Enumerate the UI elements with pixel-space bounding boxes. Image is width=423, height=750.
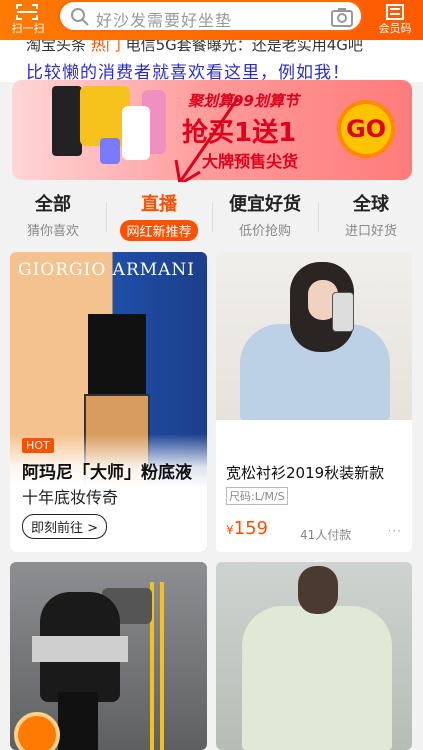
- headline-title: 电信5G套餐曝光：还是老实用4G吧: [125, 40, 363, 54]
- tab-title: 全部: [35, 194, 71, 215]
- top-header: 扫一扫 好沙发需要好坐垫 会员码: [0, 0, 423, 40]
- search-placeholder: 好沙发需要好坐垫: [96, 11, 233, 30]
- product-bottle-cap: [88, 314, 146, 396]
- product-card-street[interactable]: [10, 562, 207, 750]
- tab-live[interactable]: 直播 网红新推荐: [106, 190, 212, 241]
- product-image: [100, 138, 120, 164]
- scan-button[interactable]: 扫一扫: [0, 0, 56, 40]
- product-card-sweater[interactable]: [216, 562, 412, 750]
- headline-source: 淘宝头条: [26, 40, 87, 54]
- ad-card-armani[interactable]: GIORGIO ARMANI HOT 阿玛尼「大师」粉底液 十年底妆传奇 即刻前…: [10, 252, 207, 552]
- model-head: [298, 566, 338, 614]
- product-title: 宽松衬衫2019秋装新款: [226, 464, 385, 482]
- product-image: [52, 86, 82, 156]
- sweater-stripe: [32, 636, 128, 662]
- size-tag: 尺码:L/M/S: [226, 487, 288, 505]
- product-card-shirt[interactable]: 宽松衬衫2019秋装新款 尺码:L/M/S ¥159 41人付款 ···: [216, 252, 412, 552]
- currency-symbol: ¥: [226, 523, 234, 537]
- more-options-icon[interactable]: ···: [388, 524, 402, 538]
- tab-subtitle: 低价抢购: [238, 224, 291, 239]
- sweater-shape: [242, 606, 392, 750]
- brand-logo: GIORGIO ARMANI: [18, 260, 196, 280]
- tab-bargains[interactable]: 便宜好货 低价抢购: [212, 190, 318, 239]
- headline-hot-tag: 热门: [90, 40, 121, 54]
- tab-all[interactable]: 全部 猜你喜欢: [0, 190, 106, 239]
- product-image: [216, 252, 412, 420]
- ad-subtitle: 十年底妆传奇: [22, 488, 119, 507]
- model-legs: [58, 692, 98, 750]
- tab-title: 直播: [141, 194, 177, 215]
- camera-icon[interactable]: [331, 7, 353, 27]
- product-image: [122, 106, 150, 160]
- member-code-button[interactable]: 会员码: [367, 0, 423, 40]
- go-button[interactable]: GO: [337, 100, 395, 158]
- member-code-icon: [386, 4, 404, 20]
- phone-shape: [332, 292, 354, 332]
- tab-global[interactable]: 全球 进口好货: [318, 190, 423, 239]
- tab-subtitle: 猜你喜欢: [26, 224, 79, 239]
- annotation-arrow-icon: [174, 97, 240, 187]
- go-now-button[interactable]: 即刻前往 >: [22, 514, 108, 539]
- search-icon: [71, 8, 89, 26]
- tab-title: 便宜好货: [229, 194, 301, 215]
- tab-subtitle: 网红新推荐: [120, 220, 198, 241]
- hot-badge: HOT: [22, 438, 54, 453]
- headline-text: 淘宝头条 热门 电信5G套餐曝光：还是老实用4G吧: [26, 40, 363, 55]
- member-code-label: 会员码: [378, 22, 412, 35]
- scan-icon: [16, 4, 38, 20]
- search-input[interactable]: 好沙发需要好坐垫: [58, 0, 363, 32]
- paid-count: 41人付款: [300, 528, 352, 542]
- scan-label: 扫一扫: [11, 22, 45, 35]
- price-value: 159: [233, 518, 268, 539]
- product-price: ¥159: [226, 518, 268, 539]
- tab-subtitle: 进口好货: [344, 224, 397, 239]
- road-line: [160, 582, 164, 750]
- ad-headline: 阿玛尼「大师」粉底液: [22, 463, 192, 483]
- tab-title: 全球: [353, 194, 389, 215]
- category-tabs: 全部 猜你喜欢 直播 网红新推荐 便宜好货 低价抢购 全球 进口好货: [0, 182, 423, 248]
- coin-float-icon[interactable]: [14, 712, 60, 750]
